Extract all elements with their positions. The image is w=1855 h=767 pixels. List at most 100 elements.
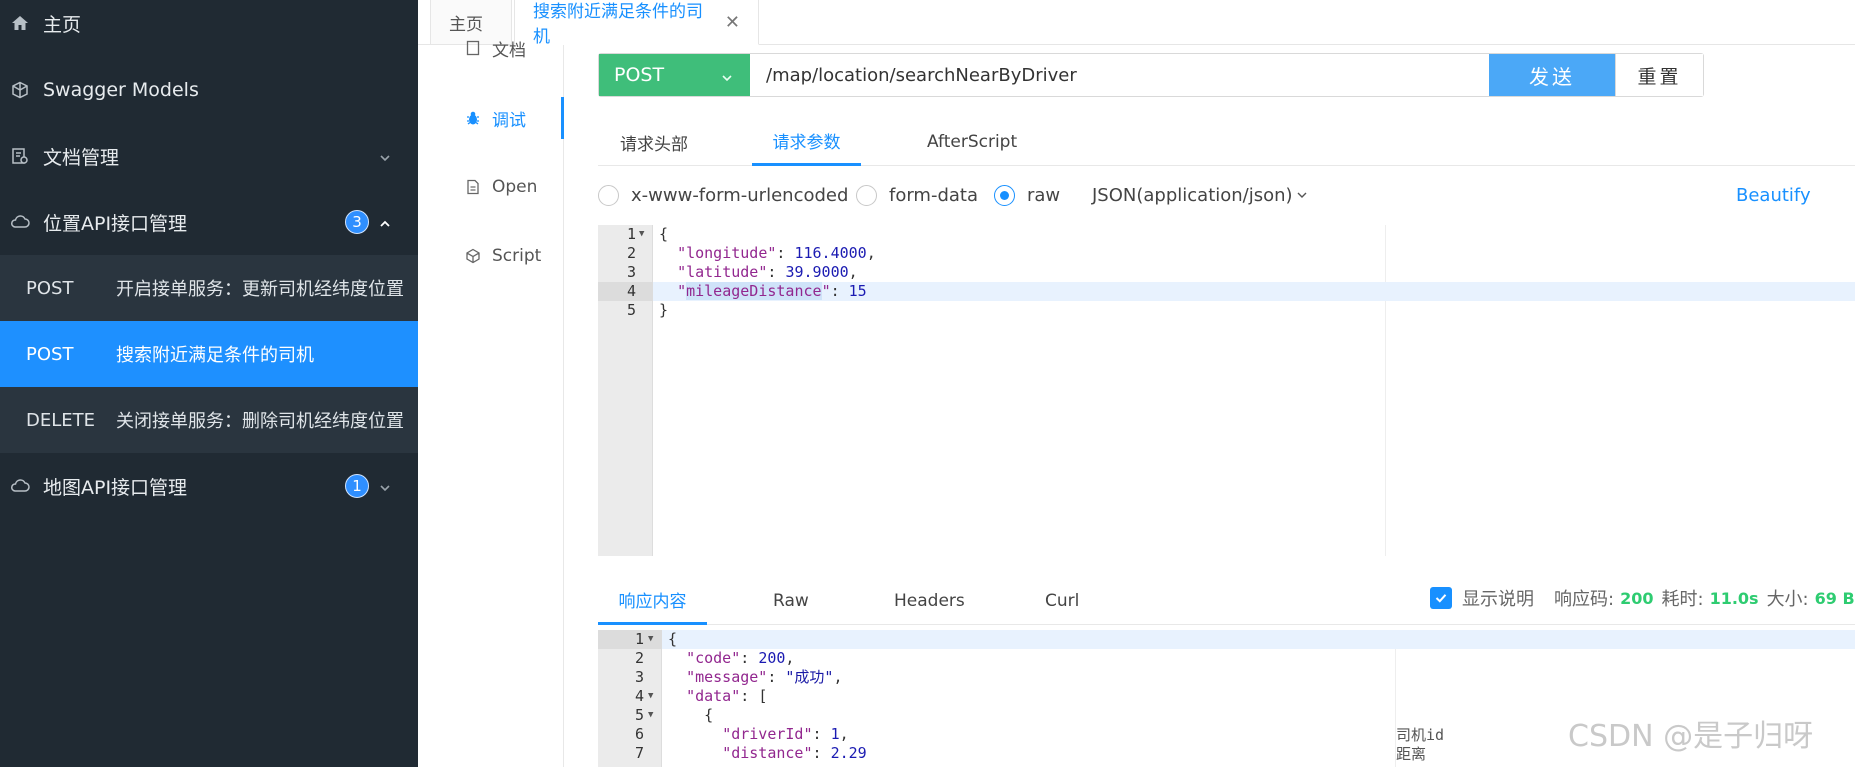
chevron-down-icon bbox=[720, 68, 734, 82]
method-select[interactable]: POST bbox=[599, 54, 750, 96]
line-number: 2 bbox=[626, 244, 636, 262]
nav-script[interactable]: Script bbox=[418, 236, 564, 276]
cloud-icon bbox=[9, 475, 31, 497]
radio-label: form-data bbox=[889, 184, 979, 206]
tab-bar: 主页 搜索附近满足条件的司机 ✕ bbox=[418, 0, 1855, 47]
sidebar-item-location-api[interactable]: 位置API接口管理 3 bbox=[0, 189, 418, 255]
line-number: 4 bbox=[626, 282, 636, 300]
content-type-value: JSON(application/json) bbox=[1092, 184, 1293, 206]
sidebar-item-label: Swagger Models bbox=[43, 79, 199, 101]
field-comment-distance: 距离 bbox=[1396, 745, 1427, 763]
sidebar-item-map-api[interactable]: 地图API接口管理 1 bbox=[0, 453, 418, 519]
active-line-highlight bbox=[662, 630, 1855, 649]
radio-raw[interactable]: raw bbox=[994, 180, 1060, 210]
method-value: POST bbox=[614, 64, 665, 86]
line-number: 5 bbox=[634, 706, 644, 724]
api-method: POST bbox=[26, 277, 74, 299]
radio-dot bbox=[598, 184, 619, 206]
sidebar-item-label: 文档管理 bbox=[43, 146, 120, 169]
response-meta: 显示说明 响应码: 200 耗时: 11.0s 大小: 69 B bbox=[1430, 577, 1855, 619]
api-item-update-location[interactable]: POST 开启接单服务：更新司机经纬度位置 bbox=[0, 255, 418, 321]
nav-label: 调试 bbox=[492, 110, 526, 131]
code-line: "code": 200, bbox=[686, 649, 795, 667]
sidebar-item-home[interactable]: 主页 bbox=[0, 0, 418, 56]
tab-request-params[interactable]: 请求参数 bbox=[752, 118, 861, 166]
nav-label: Script bbox=[492, 246, 542, 266]
tab-label: 主页 bbox=[449, 14, 483, 35]
nav-doc[interactable]: 文档 bbox=[418, 33, 564, 63]
api-method: DELETE bbox=[26, 409, 96, 431]
response-code-value: 200 bbox=[1620, 588, 1654, 608]
tab-response-curl[interactable]: Curl bbox=[1045, 577, 1079, 625]
secondary-nav: 文档 调试 Open Script bbox=[418, 41, 564, 767]
url-input[interactable]: /map/location/searchNearByDriver bbox=[750, 54, 1489, 96]
close-icon[interactable]: ✕ bbox=[725, 12, 740, 33]
request-body-editor[interactable]: 1 ▼ 2 3 4 5 { "longitude": 116.4000, "la… bbox=[598, 225, 1855, 556]
api-item-search-nearby-driver[interactable]: POST 搜索附近满足条件的司机 bbox=[0, 321, 418, 387]
content-type-select[interactable]: JSON(application/json) bbox=[1092, 180, 1309, 210]
radio-form-data[interactable]: form-data bbox=[856, 180, 978, 210]
field-comment-driver: 司机id bbox=[1396, 726, 1445, 744]
sidebar-item-label: 位置API接口管理 bbox=[43, 212, 188, 235]
nav-debug[interactable]: 调试 bbox=[418, 97, 564, 139]
sidebar-item-swagger-models[interactable]: Swagger Models bbox=[0, 57, 418, 123]
url-value: /map/location/searchNearByDriver bbox=[766, 64, 1077, 86]
code-line: "mileageDistance": 15 bbox=[677, 282, 867, 300]
chevron-down-icon bbox=[1295, 188, 1309, 202]
cloud-icon bbox=[9, 211, 31, 233]
beautify-link[interactable]: Beautify bbox=[1736, 180, 1811, 210]
fold-icon[interactable]: ▼ bbox=[648, 630, 653, 649]
radio-urlencoded[interactable]: x-www-form-urlencoded bbox=[598, 180, 848, 210]
chevron-down-icon bbox=[378, 479, 392, 493]
radio-dot bbox=[856, 184, 877, 206]
send-button[interactable]: 发送 bbox=[1489, 54, 1615, 96]
sidebar-item-label: 地图API接口管理 bbox=[43, 476, 188, 499]
tab-response-content[interactable]: 响应内容 bbox=[598, 577, 707, 625]
sidebar-item-doc-manage[interactable]: 文档管理 bbox=[0, 123, 418, 189]
fold-icon[interactable]: ▼ bbox=[648, 706, 653, 725]
code-line: "distance": 2.29 bbox=[722, 744, 867, 762]
api-item-delete-location[interactable]: DELETE 关闭接单服务：删除司机经纬度位置 bbox=[0, 387, 418, 453]
bug-icon bbox=[464, 109, 482, 127]
code-line: "message": "成功", bbox=[686, 668, 843, 686]
response-tabs: 响应内容 Raw Headers Curl 显示说明 响应码: 200 耗时: … bbox=[598, 577, 1855, 625]
nav-open[interactable]: Open bbox=[418, 167, 564, 207]
file-icon bbox=[464, 178, 482, 196]
response-size-value: 69 B bbox=[1814, 588, 1855, 608]
count-badge: 1 bbox=[345, 474, 369, 498]
code-sandbox-icon bbox=[464, 247, 482, 265]
tab-after-script[interactable]: AfterScript bbox=[927, 118, 1017, 166]
api-name: 搜索附近满足条件的司机 bbox=[116, 345, 314, 366]
chevron-up-icon bbox=[378, 215, 392, 229]
code-line: "data": [ bbox=[686, 687, 768, 705]
count-badge: 3 bbox=[345, 210, 369, 234]
fold-icon[interactable]: ▼ bbox=[639, 225, 644, 244]
tab-request-headers[interactable]: 请求头部 bbox=[620, 118, 688, 166]
request-bar: POST /map/location/searchNearByDriver 发送… bbox=[598, 53, 1704, 97]
fold-icon[interactable]: ▼ bbox=[648, 687, 653, 706]
api-method: POST bbox=[26, 343, 74, 365]
sidebar-item-label: 主页 bbox=[43, 13, 82, 36]
line-number: 4 bbox=[634, 687, 644, 705]
sidebar: 主页 Swagger Models 文档管理 位置API接口管理 3 POST … bbox=[0, 0, 418, 767]
nav-label: Open bbox=[492, 177, 538, 197]
response-time-label: 耗时: bbox=[1661, 589, 1704, 610]
line-number: 3 bbox=[634, 668, 644, 686]
line-number: 5 bbox=[626, 301, 636, 319]
response-body-editor[interactable]: 1 ▼ 2 3 4 ▼ 5 ▼ 6 7 { "code": 200, "mess… bbox=[598, 630, 1855, 767]
code-line: { bbox=[659, 225, 669, 243]
document-icon bbox=[464, 39, 482, 57]
api-name: 关闭接单服务：删除司机经纬度位置 bbox=[116, 411, 404, 432]
api-name: 开启接单服务：更新司机经纬度位置 bbox=[116, 279, 404, 300]
body-type-selector: x-www-form-urlencoded form-data raw JSON… bbox=[598, 180, 1855, 210]
cube-icon bbox=[9, 79, 31, 101]
tab-response-headers[interactable]: Headers bbox=[894, 577, 965, 625]
line-number: 6 bbox=[634, 725, 644, 743]
home-icon bbox=[9, 12, 31, 34]
show-desc-checkbox[interactable] bbox=[1430, 587, 1452, 609]
reset-button[interactable]: 重置 bbox=[1615, 54, 1703, 96]
param-tabs: 请求头部 请求参数 AfterScript bbox=[598, 118, 1855, 166]
response-time-value: 11.0s bbox=[1709, 588, 1759, 608]
line-number: 1 bbox=[626, 225, 636, 243]
tab-response-raw[interactable]: Raw bbox=[773, 577, 809, 625]
